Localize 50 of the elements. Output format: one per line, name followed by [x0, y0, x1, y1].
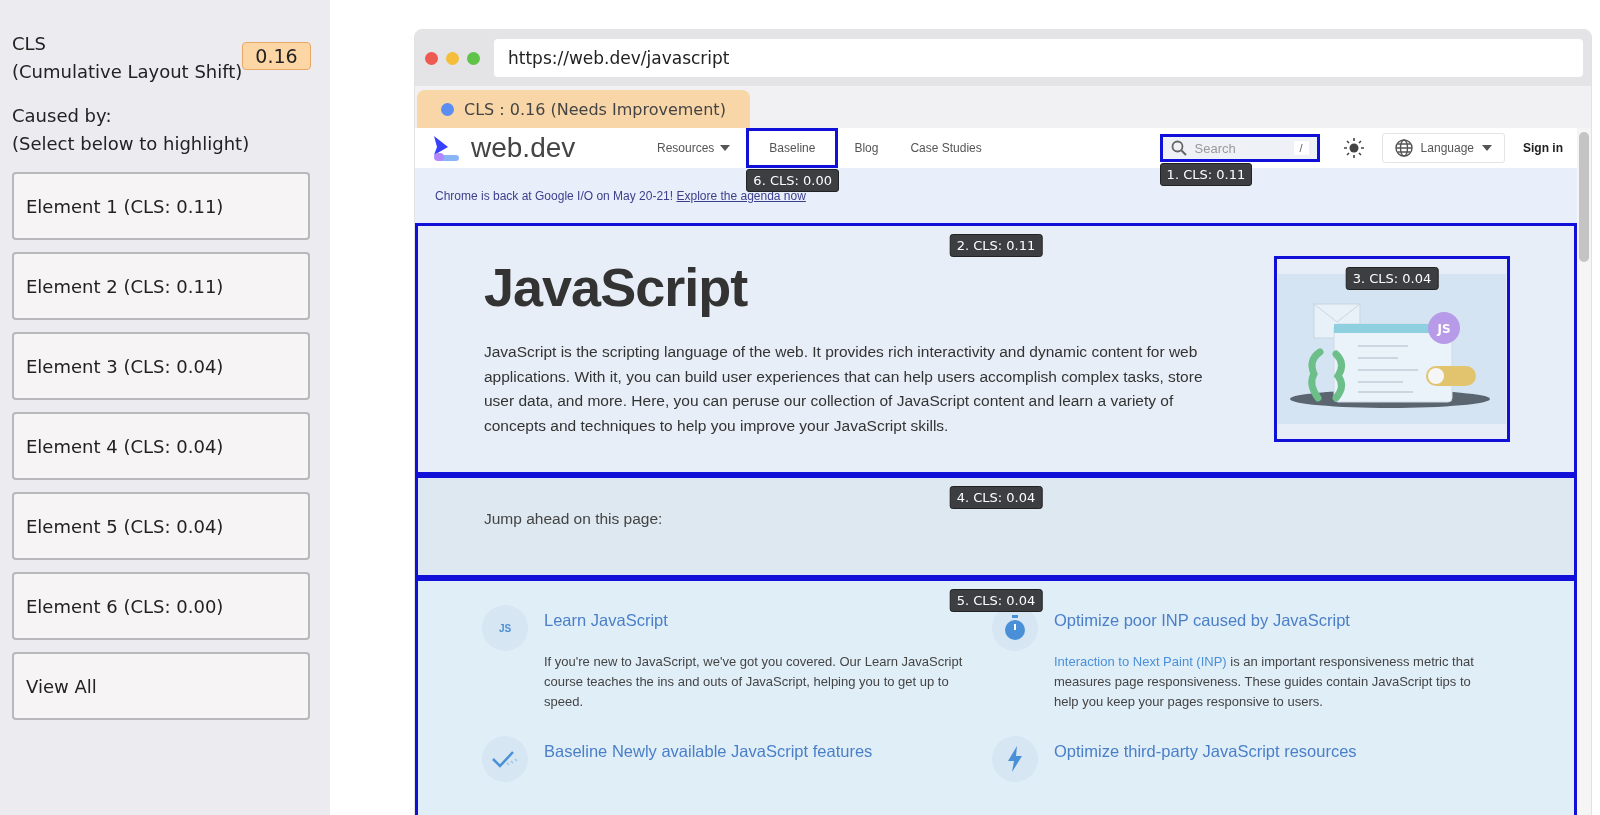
cls-label: 4. CLS: 0.04 — [949, 486, 1043, 509]
card-description: Interaction to Next Paint (INP) is an important responsiveness metric that measures page responsiveness. These guides contain JavaScript tips to help you keep your pages responsive to users. — [1054, 653, 1475, 711]
cls-label: 3. CLS: 0.04 — [1345, 267, 1439, 290]
cls-label: 2. CLS: 0.11 — [949, 234, 1043, 257]
minimize-dot[interactable] — [446, 51, 459, 65]
cls-status: CLS : 0.16 (Needs Improvement) — [464, 99, 726, 119]
js-icon: JS — [482, 605, 528, 651]
maximize-dot[interactable] — [467, 51, 480, 65]
status-dot — [441, 102, 454, 116]
search-field[interactable]: Search / — [1159, 134, 1320, 162]
search-icon — [1170, 140, 1187, 156]
address-bar[interactable]: https://web.dev/javascript — [494, 39, 1583, 77]
hint-text: (Select below to highlight) — [12, 132, 251, 156]
language-button[interactable]: Language — [1381, 133, 1505, 163]
sign-in-link[interactable]: Sign in — [1523, 141, 1563, 155]
logo-icon — [431, 133, 461, 163]
page-title: JavaScript — [484, 256, 749, 318]
element-button[interactable]: Element 3 (CLS: 0.04) — [12, 332, 310, 400]
intro-text: JavaScript is the scripting language of the web. It provides rich interactivity and dynamic content for web applications. With it, you can build user experiences that can help users accomplish complex tasks, store user data, and more. Here, you can peruse our collection of JavaScript content and learn a variety of concepts and techniques to help you improve your JavaScript skills. — [484, 342, 1204, 436]
card-title-link[interactable]: Learn JavaScript — [544, 611, 984, 630]
element-button[interactable]: Element 2 (CLS: 0.11) — [12, 252, 310, 320]
cls-label: 5. CLS: 0.04 — [949, 589, 1043, 612]
close-dot[interactable] — [425, 51, 438, 65]
nav-link[interactable]: Resources — [641, 128, 747, 168]
checkmark-icon — [482, 736, 528, 782]
nav-link[interactable]: Baseline — [746, 128, 839, 168]
element-button[interactable]: Element 1 (CLS: 0.11) — [12, 172, 310, 240]
card-description: If you're new to JavaScript, we've got you covered. Our Learn JavaScript course teaches the ins and outs of JavaScript, helping you to get up to speed. — [544, 653, 964, 711]
shortcut-key: / — [1293, 141, 1309, 155]
globe-icon — [1394, 139, 1413, 157]
site-logo[interactable]: web.dev — [471, 132, 641, 164]
score-badge: 0.16 — [242, 42, 311, 70]
element-button[interactable]: View All — [12, 652, 310, 720]
lightning-icon — [992, 736, 1038, 782]
caret-icon — [720, 145, 731, 151]
search-placeholder: Search — [1194, 140, 1237, 156]
caused-by-label: Caused by: — [12, 104, 113, 128]
element-button[interactable]: Element 5 (CLS: 0.04) — [12, 492, 310, 560]
metric-full-name: (Cumulative Layout Shift) — [12, 60, 243, 84]
theme-icon[interactable] — [1343, 138, 1364, 158]
jump-ahead-label: Jump ahead on this page: — [484, 510, 663, 527]
metric-name: CLS — [12, 32, 48, 56]
element-button[interactable]: Element 6 (CLS: 0.00) — [12, 572, 310, 640]
cls-label: 1. CLS: 0.11 — [1159, 163, 1253, 186]
caret-icon — [1482, 145, 1492, 151]
scrollbar[interactable] — [1577, 128, 1591, 815]
element-button[interactable]: Element 4 (CLS: 0.04) — [12, 412, 310, 480]
cls-label: 6. CLS: 0.00 — [746, 169, 839, 192]
nav-link[interactable]: Case Studies — [894, 128, 998, 168]
nav-link[interactable]: Blog — [838, 128, 895, 168]
